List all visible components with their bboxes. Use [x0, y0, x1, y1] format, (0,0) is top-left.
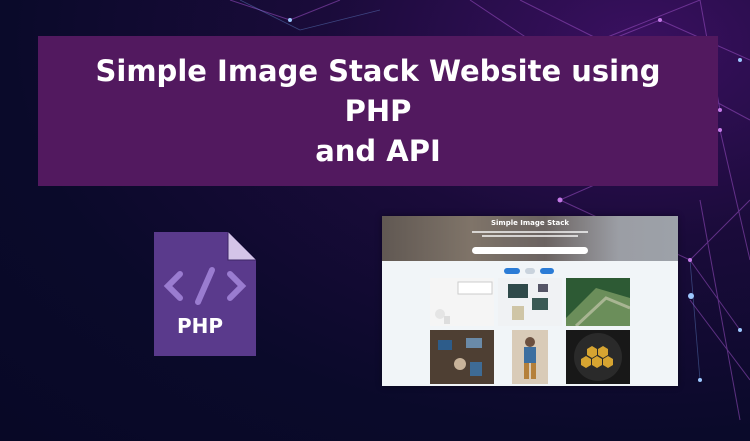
- preview-subtitle-line: [482, 235, 578, 237]
- title-banner: Simple Image Stack Website using PHP and…: [38, 36, 718, 186]
- php-label: PHP: [176, 314, 224, 338]
- preview-tab-active: [504, 268, 520, 274]
- preview-image-tile: [566, 330, 630, 384]
- website-preview-screenshot: Simple Image Stack: [382, 216, 678, 386]
- php-file-icon: PHP: [150, 230, 260, 358]
- preview-image-tile: [430, 330, 494, 384]
- preview-image-tile: [498, 278, 562, 326]
- preview-tab: [525, 268, 535, 274]
- preview-image-tile: [566, 278, 630, 326]
- page-title: Simple Image Stack Website using PHP and…: [95, 54, 661, 168]
- preview-image-tile: [512, 330, 548, 384]
- preview-image-tile: [430, 278, 494, 326]
- preview-title: Simple Image Stack: [490, 219, 570, 227]
- preview-tab: [540, 268, 554, 274]
- preview-subtitle-line: [472, 231, 588, 233]
- preview-search-input: [472, 247, 588, 254]
- preview-filter-tabs: [382, 268, 678, 276]
